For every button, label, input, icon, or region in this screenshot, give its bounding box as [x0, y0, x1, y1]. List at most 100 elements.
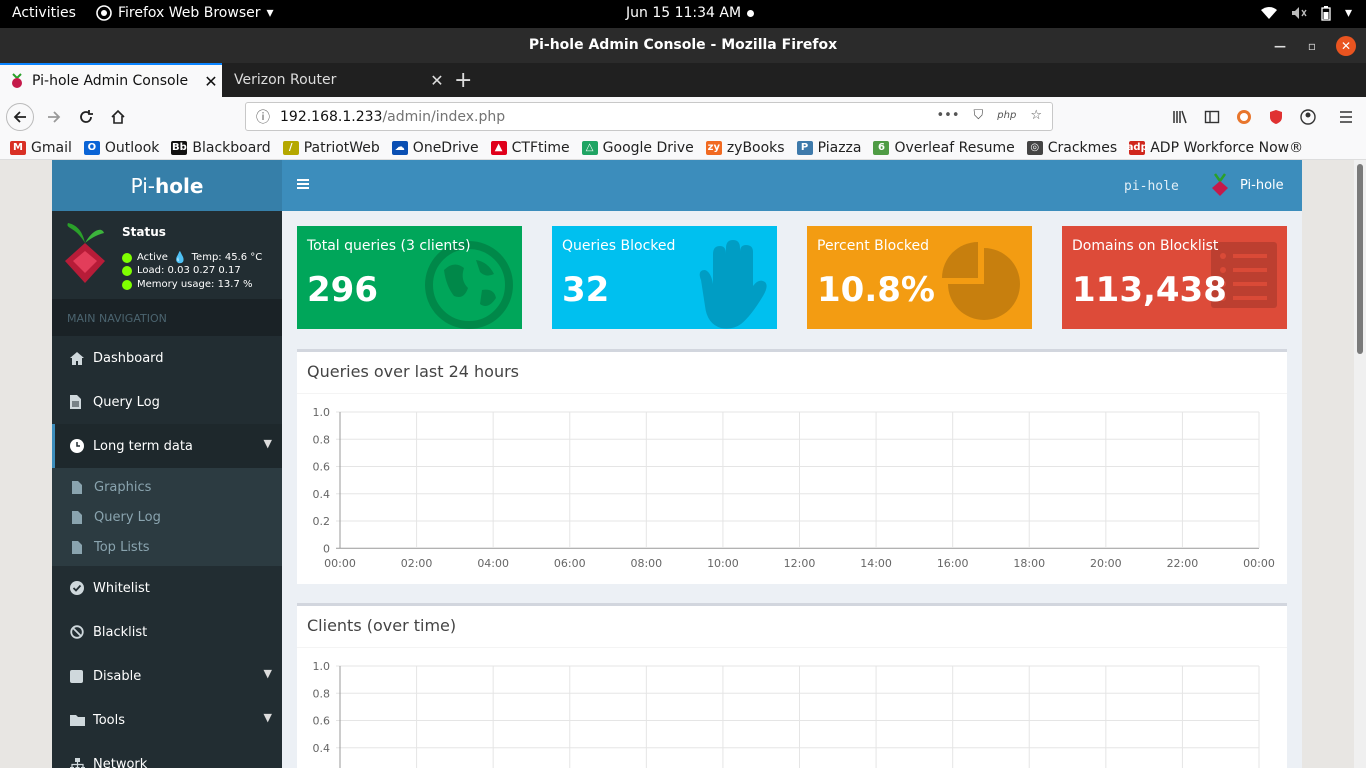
- sidebar-toggle-icon[interactable]: [1198, 103, 1226, 131]
- extension-cookie-icon[interactable]: [1230, 103, 1258, 131]
- wifi-icon: [1260, 6, 1277, 20]
- bookmark-onedrive[interactable]: ☁ OneDrive: [391, 140, 479, 156]
- sidebar: Pi-hole Status Active 💧 Temp: 45.6 °C Lo…: [52, 160, 282, 768]
- page-scrollbar[interactable]: [1354, 160, 1366, 768]
- library-icon[interactable]: [1166, 103, 1194, 131]
- extension-shield-icon[interactable]: [1262, 103, 1290, 131]
- sidebar-item-dashboard[interactable]: Dashboard: [52, 336, 282, 380]
- pocket-icon[interactable]: ⛉: [974, 108, 984, 123]
- pihole-logo-icon: [60, 221, 110, 289]
- sidebar-item-graphics[interactable]: Graphics: [52, 472, 282, 502]
- bookmark-overleaf[interactable]: 6 Overleaf Resume: [873, 140, 1015, 156]
- bookmark-crackmes[interactable]: ◎ Crackmes: [1026, 140, 1117, 156]
- chevron-down-icon: ▼: [263, 437, 272, 450]
- close-window-button[interactable]: ✕: [1336, 36, 1356, 56]
- forward-button[interactable]: [40, 103, 68, 131]
- site-info-icon[interactable]: ⓘ: [246, 107, 280, 127]
- bookmark-gmail[interactable]: M Gmail: [10, 140, 72, 156]
- tab-verizon-router[interactable]: Verizon Router ✕: [226, 63, 448, 97]
- stat-domains-on-blocklist[interactable]: Domains on Blocklist 113,438: [1062, 226, 1287, 329]
- bookmark-ctftime[interactable]: ▲ CTFtime: [490, 139, 570, 156]
- url-bar[interactable]: ⓘ 192.168.1.233/admin/index.php ••• ⛉ ph…: [245, 102, 1053, 131]
- chart-xtick-label: 18:00: [1013, 557, 1045, 570]
- clock-icon: [70, 439, 93, 453]
- sidebar-item-label: Graphics: [94, 479, 152, 495]
- hand-icon: [689, 240, 769, 329]
- status-active-label: Active: [137, 252, 168, 263]
- chart-xtick-label: 10:00: [707, 557, 739, 570]
- folder-icon: [70, 714, 93, 726]
- stat-total-queries[interactable]: Total queries (3 clients) 296: [297, 226, 522, 329]
- crackmes-icon: ◎: [1026, 140, 1043, 155]
- bookmark-zybooks[interactable]: zy zyBooks: [705, 140, 785, 156]
- bookmark-label: CTFtime: [511, 139, 570, 156]
- sidebar-item-top-lists[interactable]: Top Lists: [52, 532, 282, 562]
- chart-ytick-label: 1.0: [313, 660, 331, 673]
- stat-title: Percent Blocked: [817, 238, 929, 254]
- clients-chart: 1.0 0.8 0.6 0.4: [313, 660, 1260, 768]
- minimize-button[interactable]: —: [1270, 36, 1290, 56]
- sidebar-item-blacklist[interactable]: Blacklist: [52, 610, 282, 654]
- status-active: Active 💧 Temp: 45.6 °C: [122, 251, 262, 264]
- file-icon: [70, 395, 93, 409]
- file-icon: [72, 480, 82, 494]
- php-extension-icon[interactable]: php: [997, 108, 1016, 123]
- clock[interactable]: Jun 15 11:34 AM: [626, 5, 755, 21]
- home-icon: [70, 351, 93, 365]
- stat-value: 32: [562, 270, 610, 310]
- sidebar-item-disable[interactable]: Disable ▼: [52, 654, 282, 698]
- tab-close-icon[interactable]: ✕: [200, 72, 222, 91]
- chart-ytick-label: 1.0: [313, 406, 331, 419]
- overleaf-icon: 6: [873, 140, 890, 155]
- activities-button[interactable]: Activities: [12, 5, 76, 21]
- home-button[interactable]: [104, 103, 132, 131]
- tab-close-icon[interactable]: ✕: [426, 71, 448, 90]
- app-menu-label: Firefox Web Browser: [118, 5, 261, 21]
- account-icon[interactable]: [1294, 103, 1322, 131]
- navigation-toolbar: ⓘ 192.168.1.233/admin/index.php ••• ⛉ ph…: [0, 97, 1366, 136]
- sidebar-item-label: Disable: [93, 668, 142, 684]
- reload-button[interactable]: [72, 103, 100, 131]
- status-load: Load: 0.03 0.27 0.17: [122, 265, 241, 276]
- status-dot-icon: [122, 252, 132, 263]
- system-tray[interactable]: ▾: [1260, 5, 1352, 21]
- scrollbar-thumb[interactable]: [1357, 164, 1363, 354]
- sidebar-item-tools[interactable]: Tools ▼: [52, 698, 282, 742]
- sidebar-item-query-log[interactable]: Query Log: [52, 380, 282, 424]
- sidebar-item-label: Blacklist: [93, 624, 148, 640]
- logo[interactable]: Pi-hole: [52, 160, 282, 211]
- sidebar-toggle-button[interactable]: [296, 177, 310, 191]
- sidebar-item-network[interactable]: Network: [52, 742, 282, 768]
- bookmark-blackboard[interactable]: Bb Blackboard: [171, 140, 271, 156]
- sidebar-item-long-term-data[interactable]: Long term data ▼: [52, 424, 282, 468]
- chevron-down-icon: ▼: [263, 667, 272, 680]
- chart-ytick-label: 0.4: [313, 488, 331, 501]
- bookmarks-toolbar: M Gmail O Outlook Bb Blackboard / PatriotWeb ☁ On…: [0, 136, 1366, 160]
- firefox-icon: [96, 5, 112, 21]
- raspberry-favicon-icon: [0, 73, 24, 89]
- sidebar-item-whitelist[interactable]: Whitelist: [52, 566, 282, 610]
- bookmark-piazza[interactable]: P Piazza: [796, 140, 861, 156]
- queries-chart: 1.0 0.8 0.6 0.4 0.2 0 00:00 02:00 04:00 06:00 08:0…: [313, 406, 1275, 570]
- bookmark-patriotweb[interactable]: / PatriotWeb: [282, 140, 380, 156]
- user-menu[interactable]: Pi-hole: [1210, 173, 1284, 197]
- tab-label: Verizon Router: [234, 72, 337, 88]
- page-actions-icon[interactable]: •••: [937, 108, 960, 123]
- stat-percent-blocked[interactable]: Percent Blocked 10.8%: [807, 226, 1032, 329]
- new-tab-button[interactable]: +: [454, 68, 472, 93]
- stat-queries-blocked[interactable]: Queries Blocked 32: [552, 226, 777, 329]
- gmail-icon: M: [10, 140, 26, 155]
- bookmark-outlook[interactable]: O Outlook: [83, 140, 159, 156]
- back-button[interactable]: [6, 103, 34, 131]
- app-menu[interactable]: Firefox Web Browser ▾: [96, 5, 274, 21]
- tab-pihole[interactable]: Pi-hole Admin Console ✕: [0, 63, 222, 97]
- menu-hamburger-icon[interactable]: [1332, 103, 1360, 131]
- sidebar-item-lt-query-log[interactable]: Query Log: [52, 502, 282, 532]
- bookmark-adp[interactable]: adp ADP Workforce Now®: [1127, 140, 1303, 156]
- bookmark-star-icon[interactable]: ☆: [1030, 108, 1042, 123]
- window-title: Pi-hole Admin Console - Mozilla Firefox: [528, 37, 838, 53]
- stop-icon: [70, 669, 93, 683]
- maximize-button[interactable]: ▫: [1302, 36, 1322, 56]
- bookmark-google-drive[interactable]: △ Google Drive: [581, 140, 694, 156]
- chart-title: Queries over last 24 hours: [297, 352, 1287, 394]
